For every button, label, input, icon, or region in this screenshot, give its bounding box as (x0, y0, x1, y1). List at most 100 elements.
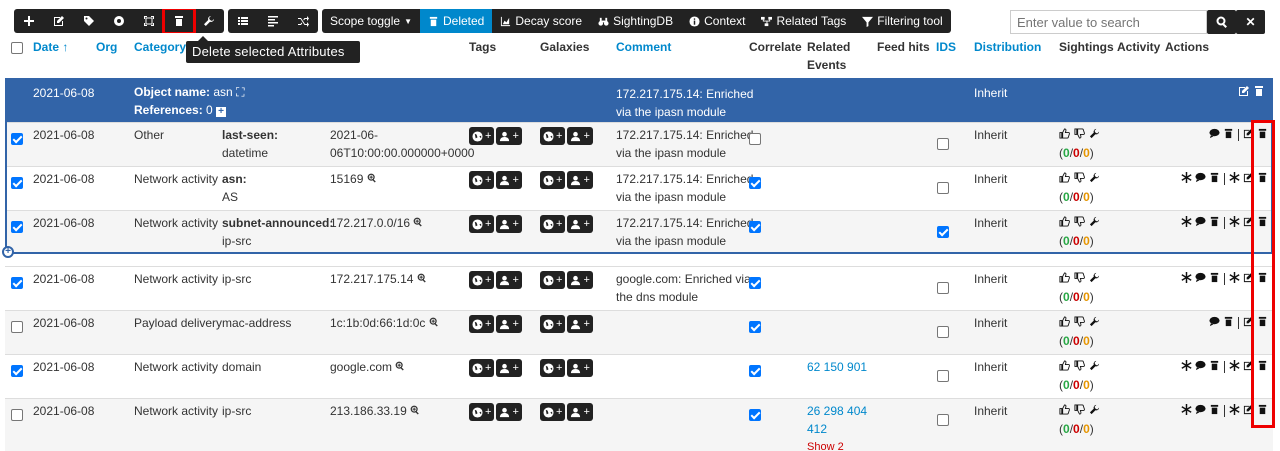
row-select-checkbox[interactable] (11, 409, 23, 421)
tags-cell: + + (469, 271, 524, 289)
group-selected-button[interactable] (134, 9, 164, 33)
attribute-distribution: Inherit (974, 272, 1008, 286)
search-button[interactable] (1207, 10, 1236, 34)
header-category[interactable]: Category (134, 40, 186, 54)
search-input[interactable] (1010, 10, 1207, 34)
comment-icon[interactable] (1195, 404, 1206, 418)
add-galaxy-button[interactable]: + (540, 403, 566, 421)
comment-icon[interactable] (1195, 272, 1206, 286)
sightingdb-button[interactable]: SightingDB (590, 9, 681, 33)
trash-icon[interactable] (1253, 85, 1265, 97)
add-tag-globe-button[interactable]: + (469, 315, 495, 333)
thumbs-up-icon[interactable] (1059, 360, 1070, 374)
add-galaxy-button[interactable]: + (540, 315, 566, 333)
thumbs-down-icon[interactable] (1074, 404, 1085, 418)
correlate-checkbox[interactable] (749, 409, 761, 421)
header-ids[interactable]: IDS (936, 40, 956, 54)
wrench-icon[interactable] (1089, 272, 1100, 286)
row-select-checkbox[interactable] (11, 321, 23, 333)
add-reference-icon[interactable]: + (216, 107, 227, 117)
add-object-attribute-icon[interactable]: + (2, 246, 14, 258)
add-tag-globe-button[interactable]: + (469, 359, 495, 377)
add-galaxy-button[interactable]: + (540, 359, 566, 377)
add-local-tag-button[interactable]: + (496, 359, 522, 377)
related-tags-button[interactable]: Related Tags (753, 9, 854, 33)
search-plus-icon[interactable] (407, 404, 420, 418)
propose-enrichment-icon[interactable] (1181, 272, 1192, 286)
comment-icon[interactable] (1209, 316, 1220, 330)
header-org[interactable]: Org (96, 40, 117, 54)
add-local-tag-button[interactable]: + (496, 315, 522, 333)
add-local-galaxy-button[interactable]: + (567, 271, 593, 289)
add-local-galaxy-button[interactable]: + (567, 403, 593, 421)
add-tag-globe-button[interactable]: + (469, 271, 495, 289)
thumbs-up-icon[interactable] (1059, 316, 1070, 330)
trash-icon[interactable] (1209, 272, 1220, 286)
scope-toggle-button[interactable]: Scope toggle ▼ (322, 9, 420, 33)
header-comment[interactable]: Comment (616, 40, 671, 54)
correlate-checkbox[interactable] (749, 277, 761, 289)
add-local-tag-button[interactable]: + (496, 403, 522, 421)
filtering-tool-button[interactable]: Filtering tool (854, 9, 950, 33)
list-view-button[interactable] (228, 9, 258, 33)
thumbs-down-icon[interactable] (1074, 316, 1085, 330)
select-all-checkbox[interactable] (11, 42, 23, 54)
add-attribute-button[interactable] (14, 9, 44, 33)
enrich-icon[interactable] (1229, 404, 1240, 418)
edit-selected-button[interactable] (44, 9, 74, 33)
deleted-filter-button[interactable]: Deleted (419, 9, 493, 33)
object-actions (1238, 85, 1265, 97)
sighting-total: 0 (1063, 334, 1070, 348)
thumbs-down-icon[interactable] (1074, 272, 1085, 286)
header-distribution[interactable]: Distribution (974, 40, 1041, 54)
trash-icon[interactable] (1209, 404, 1220, 418)
thumbs-up-icon[interactable] (1059, 272, 1070, 286)
context-button[interactable]: Context (681, 9, 753, 33)
filter-group: Scope toggle ▼ Deleted Decay score Sighti… (322, 9, 951, 33)
delete-selected-button[interactable] (162, 9, 196, 33)
propose-enrichment-icon[interactable] (1181, 404, 1192, 418)
add-local-galaxy-button[interactable]: + (567, 315, 593, 333)
ids-checkbox[interactable] (937, 282, 949, 294)
add-galaxy-button[interactable]: + (540, 271, 566, 289)
thumbs-down-icon[interactable] (1074, 360, 1085, 374)
comment-icon[interactable] (1195, 360, 1206, 374)
clear-search-button[interactable]: ✕ (1236, 10, 1265, 34)
ids-checkbox[interactable] (937, 370, 949, 382)
correlate-checkbox[interactable] (749, 321, 761, 333)
attribute-value-line1: 213.186.33.19 (330, 402, 420, 420)
edit-icon[interactable] (1238, 85, 1250, 97)
enrich-icon[interactable] (1229, 272, 1240, 286)
add-tag-globe-button[interactable]: + (469, 403, 495, 421)
thumbs-up-icon[interactable] (1059, 404, 1070, 418)
add-local-tag-button[interactable]: + (496, 271, 522, 289)
search-plus-icon[interactable] (392, 360, 405, 374)
search-plus-icon[interactable] (413, 272, 426, 286)
row-select-checkbox[interactable] (11, 365, 23, 377)
show-more-link[interactable]: Show 2 (807, 438, 867, 451)
search-plus-icon[interactable] (425, 316, 438, 330)
wrench-icon[interactable] (1089, 404, 1100, 418)
enrich-selected-button[interactable] (194, 9, 224, 33)
sighting-counts: (0/0/0) (1059, 334, 1094, 348)
enrich-icon[interactable] (1229, 360, 1240, 374)
row-select-checkbox[interactable] (11, 277, 23, 289)
wrench-icon[interactable] (1089, 360, 1100, 374)
propose-enrichment-icon[interactable] (1181, 360, 1192, 374)
add-local-galaxy-button[interactable]: + (567, 359, 593, 377)
trash-icon[interactable] (1223, 316, 1234, 330)
header-date[interactable]: Date ↑ (33, 40, 68, 54)
correlate-checkbox[interactable] (749, 365, 761, 377)
filter-icon (862, 16, 874, 27)
ids-checkbox[interactable] (937, 414, 949, 426)
galaxy-selected-button[interactable] (104, 9, 134, 33)
shuffle-button[interactable] (288, 9, 318, 33)
ids-checkbox[interactable] (937, 326, 949, 338)
wrench-icon[interactable] (1089, 316, 1100, 330)
trash-icon[interactable] (1209, 360, 1220, 374)
object-name: asn (213, 85, 233, 99)
decay-score-button[interactable]: Decay score (492, 9, 590, 33)
tag-selected-button[interactable] (74, 9, 104, 33)
expand-icon[interactable]: ⛶ (236, 85, 244, 99)
align-left-button[interactable] (258, 9, 288, 33)
